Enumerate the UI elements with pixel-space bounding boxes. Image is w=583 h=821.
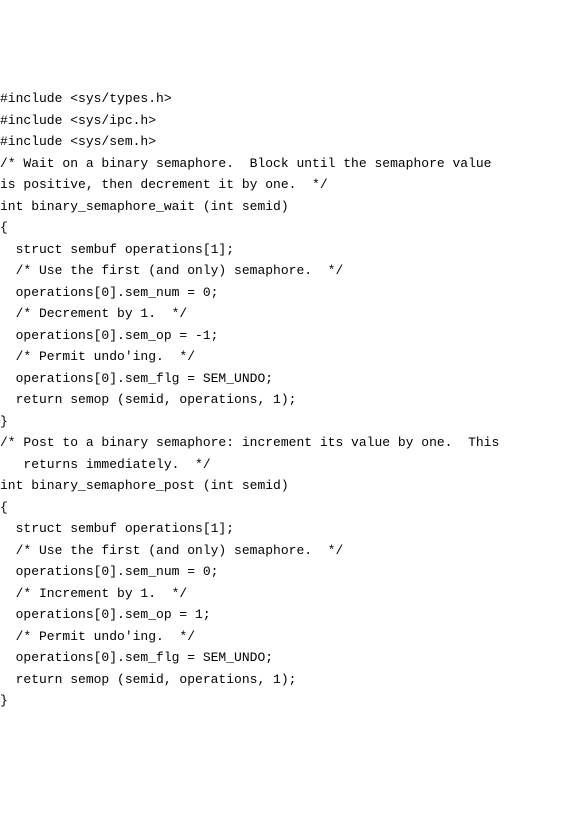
code-line: is positive, then decrement it by one. *… <box>0 174 583 196</box>
code-line: #include <sys/ipc.h> <box>0 110 583 132</box>
code-line: /* Increment by 1. */ <box>0 583 583 605</box>
code-line: /* Permit undo'ing. */ <box>0 346 583 368</box>
code-line: } <box>0 690 583 712</box>
code-line: { <box>0 497 583 519</box>
code-line: /* Use the first (and only) semaphore. *… <box>0 540 583 562</box>
code-block: #include <sys/types.h>#include <sys/ipc.… <box>0 88 583 712</box>
code-line: /* Decrement by 1. */ <box>0 303 583 325</box>
code-line: #include <sys/sem.h> <box>0 131 583 153</box>
code-line: return semop (semid, operations, 1); <box>0 669 583 691</box>
code-line: operations[0].sem_num = 0; <box>0 282 583 304</box>
code-line: int binary_semaphore_post (int semid) <box>0 475 583 497</box>
code-line: int binary_semaphore_wait (int semid) <box>0 196 583 218</box>
code-line: #include <sys/types.h> <box>0 88 583 110</box>
code-line: { <box>0 217 583 239</box>
code-line: /* Use the first (and only) semaphore. *… <box>0 260 583 282</box>
code-line: returns immediately. */ <box>0 454 583 476</box>
code-line: /* Permit undo'ing. */ <box>0 626 583 648</box>
code-line: /* Post to a binary semaphore: increment… <box>0 432 583 454</box>
code-line: operations[0].sem_num = 0; <box>0 561 583 583</box>
code-line: operations[0].sem_op = 1; <box>0 604 583 626</box>
code-line: operations[0].sem_flg = SEM_UNDO; <box>0 647 583 669</box>
code-line: return semop (semid, operations, 1); <box>0 389 583 411</box>
code-line: struct sembuf operations[1]; <box>0 518 583 540</box>
code-line: } <box>0 411 583 433</box>
code-line: operations[0].sem_op = -1; <box>0 325 583 347</box>
code-line: operations[0].sem_flg = SEM_UNDO; <box>0 368 583 390</box>
code-line: struct sembuf operations[1]; <box>0 239 583 261</box>
code-line: /* Wait on a binary semaphore. Block unt… <box>0 153 583 175</box>
